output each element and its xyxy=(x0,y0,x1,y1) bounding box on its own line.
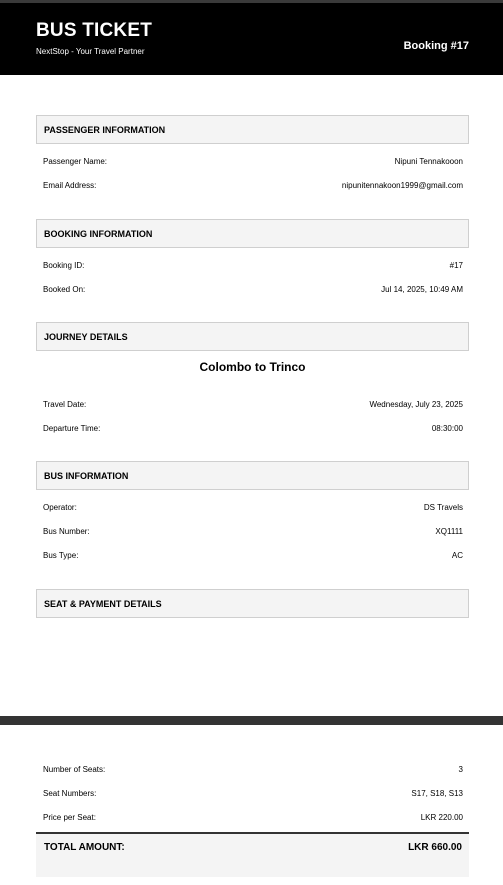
price-per-seat-label: Price per Seat: xyxy=(43,813,96,822)
ticket-header: BUS TICKET NextStop - Your Travel Partne… xyxy=(0,3,503,75)
ticket-title: BUS TICKET xyxy=(36,20,152,41)
bus-type-value: AC xyxy=(451,551,463,560)
route-title: Colombo to Trinco xyxy=(199,360,306,374)
booking-id-value: #17 xyxy=(449,261,463,270)
bus-type-label: Bus Type: xyxy=(43,551,79,560)
ticket-subtitle: NextStop - Your Travel Partner xyxy=(36,47,145,56)
bus-type-row: Bus Type: AC xyxy=(43,549,463,563)
email-label: Email Address: xyxy=(43,181,97,190)
bus-number-row: Bus Number: XQ1111 xyxy=(43,525,463,539)
bus-number-label: Bus Number: xyxy=(43,527,90,536)
travel-date-label: Travel Date: xyxy=(43,400,87,409)
booked-on-value: Jul 14, 2025, 10:49 AM xyxy=(381,285,463,294)
bus-section-title: BUS INFORMATION xyxy=(36,461,469,490)
operator-row: Operator: DS Travels xyxy=(43,501,463,515)
seat-count-label: Number of Seats: xyxy=(43,765,106,774)
seat-numbers-value: S17, S18, S13 xyxy=(411,789,463,798)
passenger-name-label: Passenger Name: xyxy=(43,157,108,166)
booking-section-title: BOOKING INFORMATION xyxy=(36,219,469,248)
travel-date-row: Travel Date: Wednesday, July 23, 2025 xyxy=(43,398,463,412)
booked-on-row: Booked On: Jul 14, 2025, 10:49 AM xyxy=(43,283,463,297)
journey-section-title: JOURNEY DETAILS xyxy=(36,322,469,351)
passenger-section-title: PASSENGER INFORMATION xyxy=(36,115,469,144)
seat-count-value: 3 xyxy=(458,765,463,774)
booking-id-label: Booking ID: xyxy=(43,261,85,270)
departure-time-label: Departure Time: xyxy=(43,424,101,433)
operator-value: DS Travels xyxy=(423,503,463,512)
booked-on-label: Booked On: xyxy=(43,285,86,294)
email-value: nipunitennakoon1999@gmail.com xyxy=(341,181,463,190)
booking-number: Booking #17 xyxy=(403,40,469,52)
travel-date-value: Wednesday, July 23, 2025 xyxy=(369,400,463,409)
passenger-name-value: Nipuni Tennakooon xyxy=(394,157,463,166)
seat-count-row: Number of Seats: 3 xyxy=(43,763,463,777)
total-amount-value: LKR 660.00 xyxy=(408,842,462,853)
total-amount-label: TOTAL AMOUNT: xyxy=(44,842,125,853)
seat-numbers-row: Seat Numbers: S17, S18, S13 xyxy=(43,787,463,801)
operator-label: Operator: xyxy=(43,503,77,512)
departure-time-row: Departure Time: 08:30:00 xyxy=(43,422,463,436)
seat-section-title: SEAT & PAYMENT DETAILS xyxy=(36,589,469,618)
departure-time-value: 08:30:00 xyxy=(431,424,463,433)
page-break xyxy=(0,716,503,725)
booking-id-row: Booking ID: #17 xyxy=(43,259,463,273)
price-per-seat-value: LKR 220.00 xyxy=(420,813,463,822)
bus-number-value: XQ1111 xyxy=(435,527,463,536)
passenger-name-row: Passenger Name: Nipuni Tennakooon xyxy=(43,155,463,169)
total-amount-box: TOTAL AMOUNT: LKR 660.00 xyxy=(36,834,469,877)
email-row: Email Address: nipunitennakoon1999@gmail… xyxy=(43,179,463,193)
price-per-seat-row: Price per Seat: LKR 220.00 xyxy=(43,811,463,825)
seat-numbers-label: Seat Numbers: xyxy=(43,789,97,798)
